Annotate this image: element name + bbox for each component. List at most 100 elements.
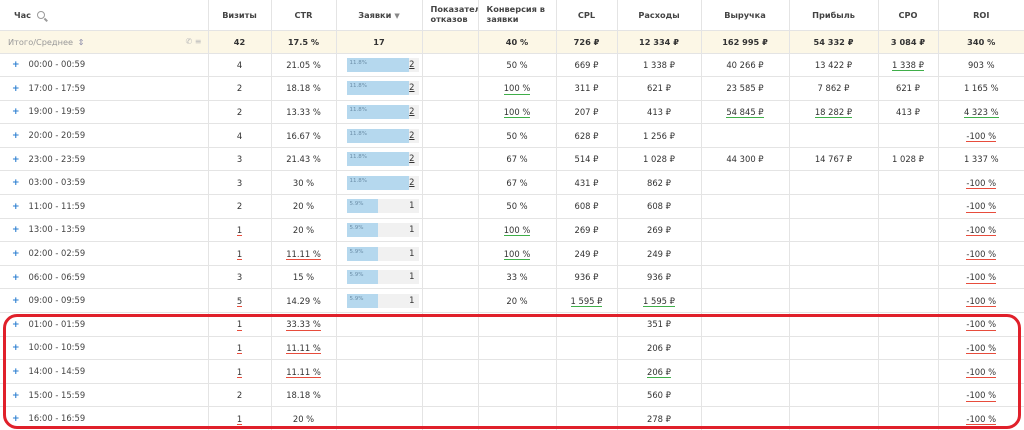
roi-value[interactable]: -100 % (966, 248, 997, 261)
phone-icon[interactable]: ✆ (186, 37, 193, 46)
cpo-value[interactable]: 1 338 ₽ (892, 59, 924, 72)
list-icon[interactable]: ≡ (195, 37, 202, 46)
table-row[interactable]: +20:00 - 20:59 4 16.67 % 11.8% 2 50 % 628 ₽ 1 2… (0, 123, 1024, 148)
table-row[interactable]: +00:00 - 00:59 4 21.05 % 11.8% 2 50 % 669 ₽ 1 3… (0, 53, 1024, 78)
roi-value[interactable]: -100 % (966, 130, 997, 143)
plus-icon[interactable]: + (12, 414, 20, 424)
leads-count[interactable]: 1 (409, 200, 414, 210)
conv-value[interactable]: 100 % (503, 83, 531, 95)
table-row[interactable]: +06:00 - 06:59 3 15 % 5.9% 1 33 % 936 ₽ 936 ₽ -1… (0, 265, 1024, 290)
leads-count[interactable]: 1 (409, 248, 414, 258)
cpl-value[interactable]: 1 595 ₽ (570, 295, 603, 308)
leads-count[interactable]: 1 (409, 295, 414, 305)
roi-value[interactable]: -100 % (966, 224, 997, 237)
plus-icon[interactable]: + (12, 249, 20, 259)
roi-value[interactable]: -100 % (966, 366, 997, 379)
plus-icon[interactable]: + (12, 225, 20, 235)
column-header-bounce[interactable]: Показатель отказов (422, 0, 479, 31)
leads-count[interactable]: 1 (409, 224, 414, 234)
conv-value[interactable]: 100 % (503, 248, 531, 261)
plus-icon[interactable]: + (12, 343, 20, 353)
roi-value[interactable]: -100 % (966, 177, 997, 190)
visits-value[interactable]: 1 (236, 413, 243, 426)
plus-icon[interactable]: + (12, 367, 20, 377)
conv-value[interactable]: 100 % (503, 106, 531, 119)
table-row[interactable]: +03:00 - 03:59 3 30 % 11.8% 2 67 % 431 ₽ 862 ₽ -… (0, 170, 1024, 196)
roi-value[interactable]: -100 % (966, 413, 997, 426)
column-header-expenses[interactable]: Расходы (617, 0, 702, 31)
roi-value[interactable]: -100 % (966, 201, 997, 213)
plus-icon[interactable]: + (12, 296, 20, 306)
plus-icon[interactable]: + (12, 84, 20, 94)
plus-icon[interactable]: + (12, 320, 20, 330)
column-header-leads[interactable]: Заявки ▼ (336, 0, 423, 31)
table-row[interactable]: +23:00 - 23:59 3 21.43 % 11.8% 2 67 % 514 ₽ 1 0… (0, 147, 1024, 172)
plus-icon[interactable]: + (12, 155, 20, 165)
expenses-value[interactable]: 206 ₽ (647, 366, 671, 379)
expenses-value: 621 ₽ (647, 83, 671, 94)
table-row[interactable]: +15:00 - 15:59 2 18.18 % 560 ₽ -100 % (0, 383, 1024, 408)
plus-icon[interactable]: + (12, 391, 20, 401)
ctr-value[interactable]: 11.11 % (286, 342, 321, 355)
ctr-cell: 33.33 % (271, 312, 337, 337)
leads-count[interactable]: 2 (409, 177, 414, 187)
leads-count[interactable]: 1 (409, 271, 414, 281)
roi-value[interactable]: -100 % (966, 342, 997, 355)
visits-value[interactable]: 1 (236, 366, 243, 379)
roi-value[interactable]: -100 % (966, 295, 997, 308)
visits-value[interactable]: 5 (236, 295, 243, 308)
table-row[interactable]: +14:00 - 14:59 1 11.11 % 206 ₽ -100 % (0, 359, 1024, 384)
leads-count[interactable]: 2 (409, 106, 414, 116)
search-icon[interactable] (37, 11, 45, 20)
plus-icon[interactable]: + (12, 178, 20, 188)
table-row[interactable]: +17:00 - 17:59 2 18.18 % 11.8% 2 100 % 311 ₽ 62… (0, 76, 1024, 101)
column-header-roi[interactable]: ROI (938, 0, 1024, 31)
table-row[interactable]: +09:00 - 09:59 5 14.29 % 5.9% 1 20 % 1 595 ₽ 1 … (0, 288, 1024, 314)
revenue-cell (701, 288, 790, 314)
column-header-revenue[interactable]: Выручка (701, 0, 790, 31)
roi-value[interactable]: 4 323 % (963, 106, 999, 119)
revenue-value[interactable]: 54 845 ₽ (726, 106, 764, 119)
visits-value[interactable]: 1 (236, 248, 243, 261)
column-header-hour[interactable]: Час (0, 0, 209, 31)
visits-value[interactable]: 1 (236, 342, 243, 355)
cpl-value: 628 ₽ (574, 130, 599, 141)
leads-count[interactable]: 2 (409, 153, 414, 163)
column-header-profit[interactable]: Прибыль (789, 0, 879, 31)
plus-icon[interactable]: + (12, 273, 20, 283)
visits-value[interactable]: 1 (236, 224, 243, 237)
conv-value[interactable]: 100 % (503, 224, 531, 237)
bounce-cell (422, 76, 479, 101)
table-row[interactable]: +01:00 - 01:59 1 33.33 % 351 ₽ -100 % (0, 312, 1024, 337)
column-header-cpl[interactable]: CPL (556, 0, 618, 31)
leads-count[interactable]: 2 (409, 59, 414, 69)
expenses-value[interactable]: 1 595 ₽ (643, 295, 675, 308)
table-row[interactable]: +19:00 - 19:59 2 13.33 % 11.8% 2 100 % 207 ₽ 41… (0, 100, 1024, 125)
table-row[interactable]: +16:00 - 16:59 1 20 % 278 ₽ -100 % (0, 406, 1024, 430)
sort-toggle-icon[interactable]: ⇕ (78, 37, 85, 47)
roi-value[interactable]: -100 % (966, 272, 997, 284)
hour-cell: +15:00 - 15:59 (0, 383, 209, 408)
visits-value[interactable]: 1 (236, 319, 243, 331)
roi-value[interactable]: -100 % (966, 390, 997, 402)
leads-count[interactable]: 2 (409, 130, 414, 140)
table-row[interactable]: +13:00 - 13:59 1 20 % 5.9% 1 100 % 269 ₽ 269 ₽ -… (0, 218, 1024, 243)
column-header-visits[interactable]: Визиты (208, 0, 272, 31)
ctr-value[interactable]: 11.11 % (286, 248, 321, 261)
table-row[interactable]: +10:00 - 10:59 1 11.11 % 206 ₽ -100 % (0, 336, 1024, 361)
column-header-ctr[interactable]: CTR (271, 0, 337, 31)
plus-icon[interactable]: + (12, 60, 20, 70)
column-header-conversion[interactable]: Конверсия в заявки (478, 0, 557, 31)
roi-value[interactable]: -100 % (966, 319, 997, 331)
leads-count[interactable]: 2 (409, 82, 414, 92)
table-row[interactable]: +11:00 - 11:59 2 20 % 5.9% 1 50 % 608 ₽ 608 ₽ -1… (0, 194, 1024, 219)
plus-icon[interactable]: + (12, 131, 20, 141)
column-header-cpo[interactable]: CPO (878, 0, 939, 31)
table-row[interactable]: +02:00 - 02:59 1 11.11 % 5.9% 1 100 % 249 ₽ 249… (0, 241, 1024, 266)
plus-icon[interactable]: + (12, 107, 20, 117)
plus-icon[interactable]: + (12, 202, 20, 212)
ctr-value[interactable]: 11.11 % (286, 366, 321, 379)
sort-desc-icon[interactable]: ▼ (394, 12, 399, 20)
ctr-value[interactable]: 33.33 % (286, 319, 321, 331)
profit-value[interactable]: 18 282 ₽ (814, 106, 853, 119)
